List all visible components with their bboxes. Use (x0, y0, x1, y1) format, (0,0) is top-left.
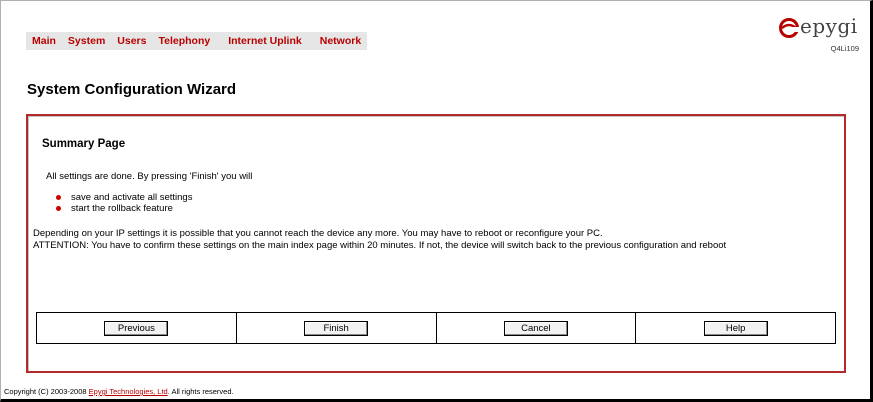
model-label: Q4Li109 (830, 44, 859, 53)
epygi-link[interactable]: Epygi Technologies, Ltd (89, 387, 168, 396)
copyright-footer: Copyright (C) 2003-2008 Epygi Technologi… (4, 387, 234, 396)
copyright-suffix: . All rights reserved. (167, 387, 234, 396)
nav-system[interactable]: System (62, 32, 111, 50)
summary-note: Depending on your IP settings it is poss… (33, 228, 603, 239)
epygi-logo-icon (779, 18, 799, 38)
summary-attention: ATTENTION: You have to confirm these set… (33, 240, 727, 251)
button-cell: Finish (237, 313, 437, 343)
copyright-prefix: Copyright (C) 2003-2008 (4, 387, 89, 396)
previous-button[interactable]: Previous (104, 320, 169, 336)
logo-text: epygi (800, 14, 858, 38)
button-cell: Cancel (437, 313, 637, 343)
button-cell: Help (636, 313, 835, 343)
page-title: System Configuration Wizard (27, 81, 237, 98)
nav-users[interactable]: Users (111, 32, 152, 50)
cancel-button[interactable]: Cancel (503, 320, 568, 336)
nav-internet-uplink[interactable]: Internet Uplink (222, 32, 308, 50)
nav-network[interactable]: Network (314, 32, 367, 50)
finish-button[interactable]: Finish (304, 320, 369, 336)
nav-telephony[interactable]: Telephony (152, 32, 216, 50)
button-bar: Previous Finish Cancel Help (36, 312, 836, 344)
main-nav: Main System Users Telephony Internet Upl… (26, 32, 368, 50)
nav-main[interactable]: Main (26, 32, 62, 50)
bullet-icon (56, 195, 61, 200)
epygi-logo: epygi Q4Li109 (779, 14, 859, 58)
summary-panel: Summary Page All settings are done. By p… (26, 114, 846, 373)
summary-intro: All settings are done. By pressing 'Fini… (46, 171, 253, 182)
help-button[interactable]: Help (703, 320, 768, 336)
button-cell: Previous (37, 313, 237, 343)
summary-bullet-list: save and activate all settings start the… (56, 193, 192, 215)
bullet-icon (56, 206, 61, 211)
summary-heading: Summary Page (42, 138, 126, 150)
list-item: start the rollback feature (56, 204, 192, 215)
